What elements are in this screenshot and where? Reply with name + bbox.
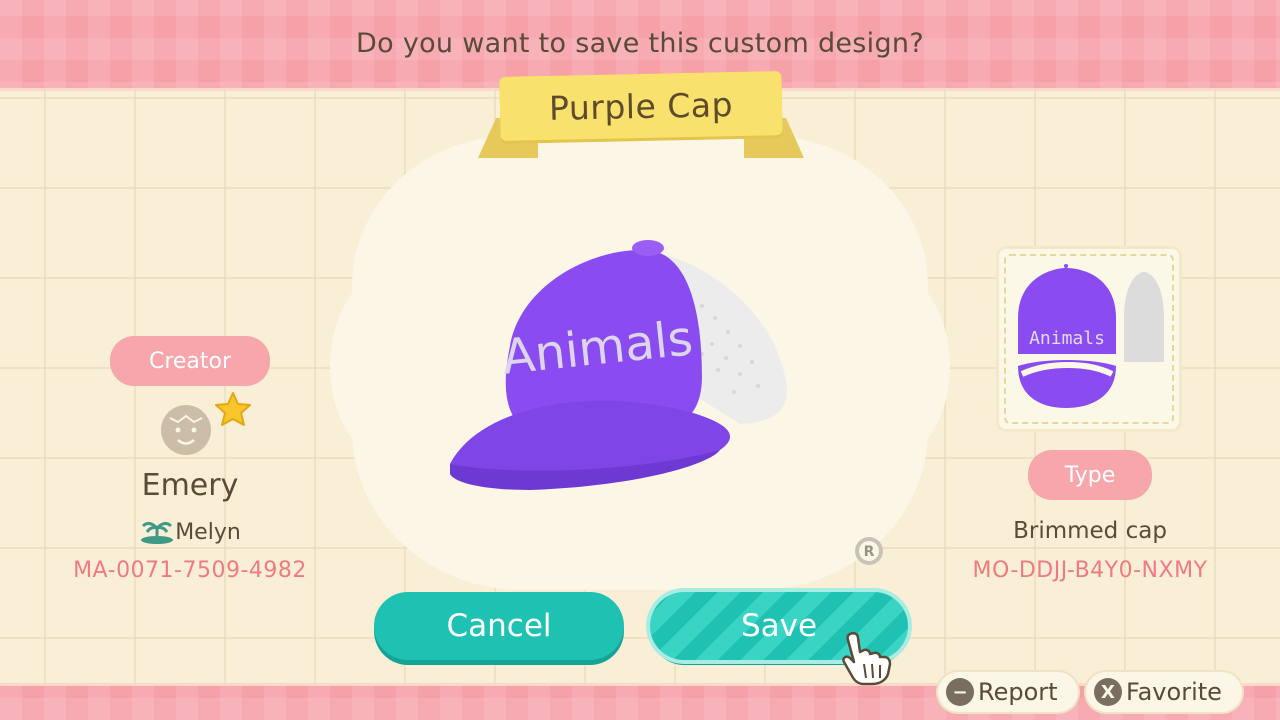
cancel-button[interactable]: Cancel: [374, 592, 624, 660]
dialog-question: Do you want to save this custom design?: [356, 28, 924, 59]
report-prompt[interactable]: − Report: [938, 672, 1078, 712]
rotate-stick-icon[interactable]: R: [852, 534, 886, 568]
cap-3d-preview[interactable]: Animals: [440, 236, 800, 498]
type-label-text: Type: [1064, 462, 1116, 488]
x-button-icon: X: [1094, 678, 1122, 706]
design-title-banner: Purple Cap: [499, 71, 783, 141]
island-icon: [141, 521, 174, 544]
creator-label: Creator: [110, 336, 270, 386]
pattern-thumbnail: Animals: [1018, 264, 1164, 408]
creator-avatar-icon: [161, 405, 211, 455]
minus-button-icon: −: [946, 678, 974, 706]
pattern-preview: Animals: [996, 246, 1182, 432]
design-title: Purple Cap: [548, 84, 734, 128]
creator-code: MA-0071-7509-4982: [73, 558, 307, 583]
design-type: Brimmed cap: [1013, 518, 1167, 544]
save-button-label: Save: [740, 608, 818, 644]
creator-island: Melyn: [90, 518, 290, 545]
favorite-prompt[interactable]: X Favorite: [1086, 672, 1242, 712]
island-name: Melyn: [175, 520, 241, 545]
svg-text:R: R: [864, 544, 875, 560]
type-label: Type: [1028, 450, 1152, 500]
star-icon: [215, 392, 251, 426]
creator-name: Emery: [141, 468, 239, 503]
cancel-button-label: Cancel: [446, 608, 552, 644]
favorite-label: Favorite: [1126, 678, 1222, 706]
report-label: Report: [978, 678, 1058, 706]
design-code: MO-DDJJ-B4Y0-NXMY: [972, 558, 1208, 583]
creator-label-text: Creator: [148, 348, 232, 374]
pattern-text: Animals: [1029, 328, 1105, 349]
pointer-hand-icon: [842, 631, 892, 686]
